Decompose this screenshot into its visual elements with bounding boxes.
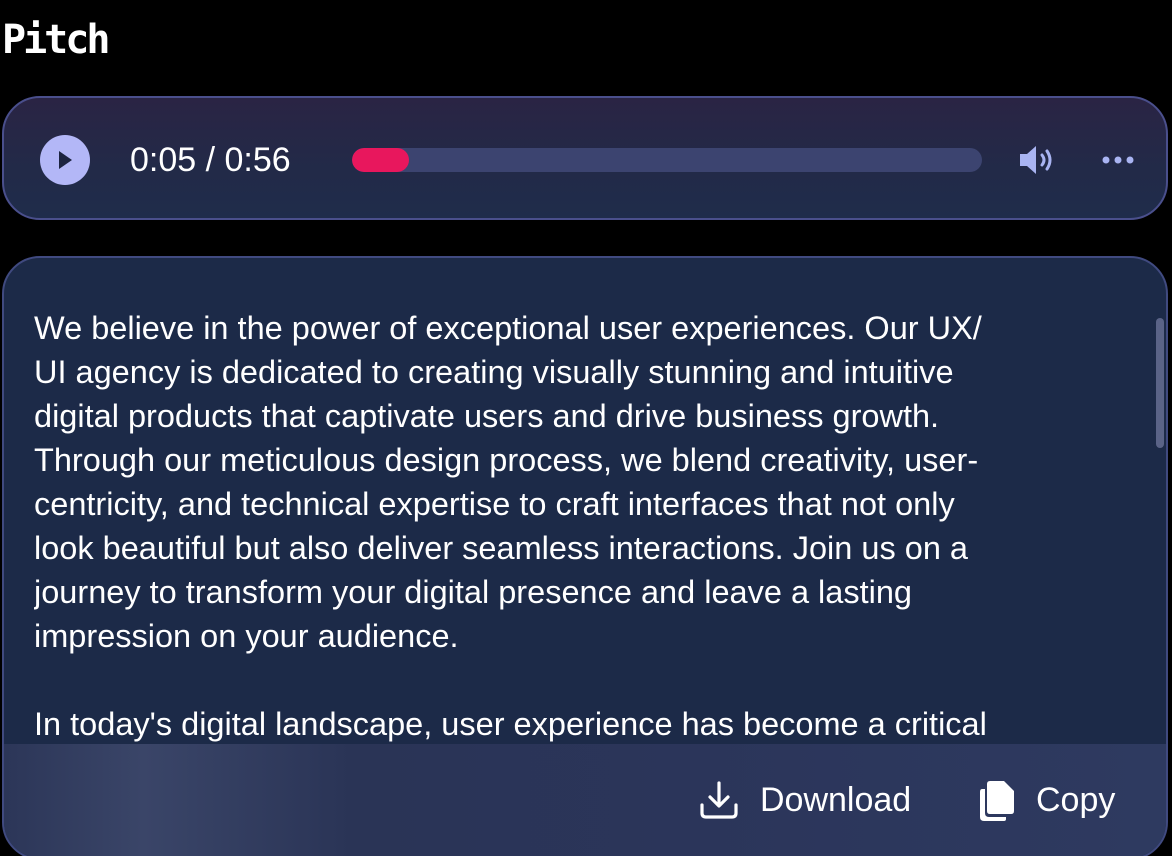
app-logo: Pitch (2, 17, 110, 63)
copy-icon (980, 781, 1014, 821)
more-horizontal-icon (1102, 156, 1134, 164)
transcript-paragraph: We believe in the power of exceptional u… (34, 310, 982, 654)
transcript-text-area[interactable]: We believe in the power of exceptional u… (34, 306, 1144, 746)
play-button[interactable] (40, 135, 90, 185)
progress-fill (352, 148, 409, 172)
download-button[interactable]: Download (696, 772, 911, 828)
more-options-button[interactable] (1100, 148, 1140, 172)
app-root: Pitch 0:05 / 0:56 We believe in the powe… (0, 0, 1172, 856)
copy-button[interactable]: Copy (976, 772, 1115, 828)
time-display: 0:05 / 0:56 (130, 141, 291, 179)
transcript-paragraph: In today's digital landscape, user exper… (34, 706, 987, 742)
volume-button[interactable] (1016, 142, 1060, 178)
volume-icon (1020, 146, 1052, 174)
play-icon (59, 151, 72, 169)
copy-label: Copy (1036, 781, 1116, 819)
transcript-actions-bar: Download Copy (4, 744, 1166, 856)
download-icon (700, 781, 738, 819)
progress-bar[interactable] (352, 148, 982, 172)
transcript-panel: We believe in the power of exceptional u… (2, 256, 1168, 856)
download-label: Download (760, 781, 912, 819)
scrollbar-thumb[interactable] (1156, 318, 1164, 448)
audio-player: 0:05 / 0:56 (2, 96, 1168, 220)
